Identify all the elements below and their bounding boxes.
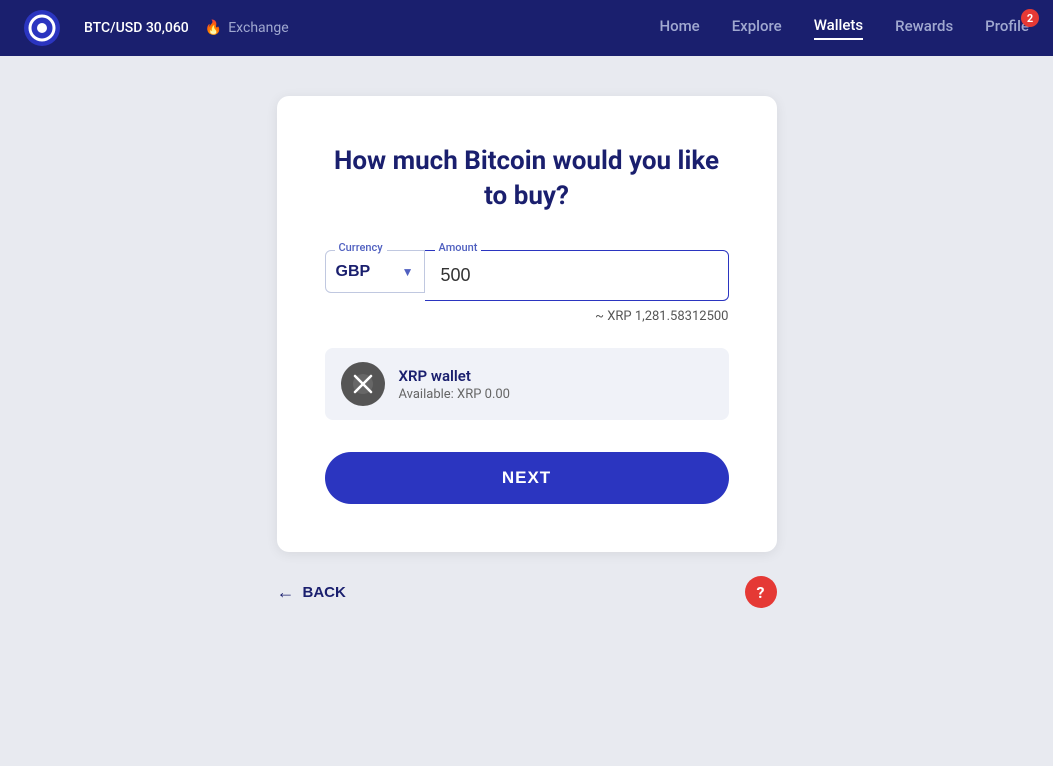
page-content: How much Bitcoin would you like to buy? … [0,56,1053,648]
help-button[interactable]: ? [745,576,777,608]
profile-notification-badge: 2 [1021,9,1039,27]
currency-field-group: Currency GBP USD EUR ▼ [325,250,425,293]
back-button[interactable]: ← BACK [277,582,346,603]
wallet-available: Available: XRP 0.00 [399,387,511,402]
exchange-icon: 🔥 [205,20,222,36]
exchange-link[interactable]: 🔥 Exchange [205,20,289,36]
amount-input[interactable] [425,250,729,301]
buy-bitcoin-card: How much Bitcoin would you like to buy? … [277,96,777,552]
xrp-icon-svg [351,372,375,396]
luno-logo-icon [24,10,60,46]
xrp-wallet-icon [341,362,385,406]
currency-select[interactable]: GBP USD EUR [336,263,414,280]
bottom-bar: ← BACK ? [277,576,777,608]
nav-home[interactable]: Home [659,17,699,39]
wallet-info: XRP wallet Available: XRP 0.00 [399,367,511,402]
nav-explore[interactable]: Explore [732,17,782,39]
next-button[interactable]: NEXT [325,452,729,504]
nav-rewards[interactable]: Rewards [895,17,953,39]
amount-field-group: Amount [425,250,729,301]
wallet-name: XRP wallet [399,367,511,385]
card-title: How much Bitcoin would you like to buy? [325,144,729,214]
xrp-conversion: ~ XRP 1,281.58312500 [325,309,729,324]
back-arrow-icon: ← [277,582,295,603]
back-label: BACK [303,584,346,601]
exchange-label: Exchange [228,20,288,36]
nav-wallets[interactable]: Wallets [814,16,863,40]
navbar: BTC/USD 30,060 🔥 Exchange Home Explore W… [0,0,1053,56]
nav-links: Home Explore Wallets Rewards Profile 2 [659,16,1029,40]
logo[interactable] [24,10,60,46]
nav-profile[interactable]: Profile 2 [985,17,1029,39]
currency-label: Currency [335,241,387,254]
form-row: Currency GBP USD EUR ▼ Amount [325,250,729,301]
wallet-row[interactable]: XRP wallet Available: XRP 0.00 [325,348,729,420]
amount-label: Amount [435,241,482,254]
currency-select-wrapper[interactable]: GBP USD EUR ▼ [325,250,425,293]
btc-price: BTC/USD 30,060 [84,20,189,36]
